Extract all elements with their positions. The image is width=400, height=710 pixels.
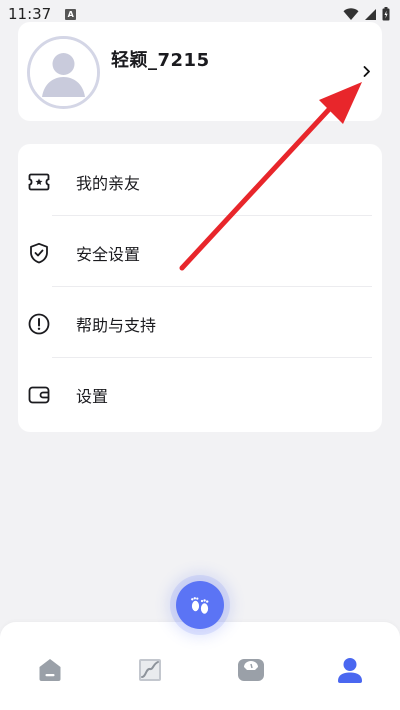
cell-signal-icon bbox=[365, 8, 376, 20]
footprints-icon bbox=[191, 597, 209, 614]
home-icon[interactable] bbox=[36, 656, 64, 684]
username: 轻颖_7215 bbox=[111, 50, 210, 71]
shield-check-icon bbox=[27, 241, 51, 265]
status-time: 11:37 bbox=[8, 5, 52, 23]
menu-item-settings[interactable]: 设置 bbox=[18, 359, 382, 430]
menu-item-help[interactable]: 帮助与支持 bbox=[18, 288, 382, 359]
status-indicators bbox=[343, 7, 390, 21]
profile-card[interactable]: 轻颖_7215 bbox=[18, 22, 382, 121]
footprints-button[interactable] bbox=[176, 581, 224, 629]
menu-label-relatives: 我的亲友 bbox=[76, 173, 141, 193]
ticket-icon bbox=[27, 170, 51, 194]
divider bbox=[52, 215, 372, 216]
chevron-right-icon[interactable] bbox=[360, 64, 374, 78]
notification-icon: A bbox=[65, 8, 77, 20]
battery-icon bbox=[382, 7, 390, 21]
chart-icon[interactable] bbox=[136, 656, 164, 684]
scale-icon[interactable] bbox=[237, 656, 265, 684]
divider bbox=[52, 357, 372, 358]
profile-icon[interactable] bbox=[336, 656, 364, 684]
menu-label-help: 帮助与支持 bbox=[76, 315, 157, 335]
divider bbox=[52, 286, 372, 287]
wifi-icon bbox=[343, 7, 359, 20]
menu-label-security: 安全设置 bbox=[76, 244, 141, 264]
default-avatar-icon[interactable] bbox=[27, 36, 100, 109]
bottom-nav bbox=[0, 622, 400, 710]
menu-item-relatives[interactable]: 我的亲友 bbox=[18, 146, 382, 217]
menu-card: 我的亲友 安全设置 帮助与支持 设置 bbox=[18, 144, 382, 432]
wallet-icon bbox=[27, 383, 51, 407]
menu-label-settings: 设置 bbox=[76, 386, 109, 406]
alert-circle-icon bbox=[27, 312, 51, 336]
menu-item-security[interactable]: 安全设置 bbox=[18, 217, 382, 288]
